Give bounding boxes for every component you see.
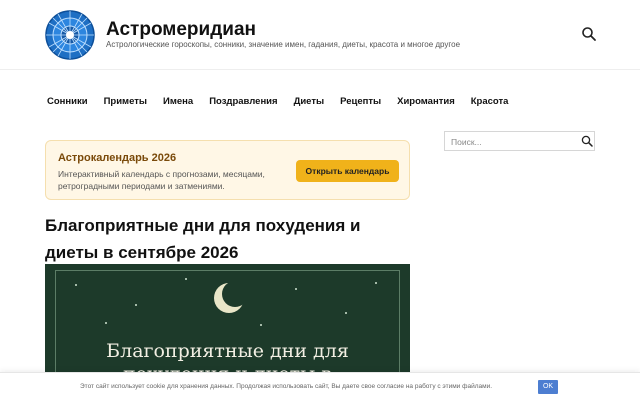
star — [295, 288, 297, 290]
page-title: Благоприятные дни для похудения и диеты … — [45, 216, 361, 262]
cookie-notice-text: Этот сайт использует cookie для хранения… — [80, 383, 493, 390]
promo-description: Интерактивный календарь с прогнозами, ме… — [58, 169, 265, 191]
site-tagline: Астрологические гороскопы, сонники, знач… — [106, 40, 461, 49]
nav-item-sonniki[interactable]: Сонники — [47, 95, 88, 109]
nav-item-krasota[interactable]: Красота — [471, 95, 509, 109]
star — [135, 304, 137, 306]
sidebar-search — [444, 131, 595, 151]
nav-item-diety[interactable]: Диеты — [294, 95, 325, 109]
search-icon[interactable] — [581, 26, 597, 42]
search-input[interactable] — [451, 135, 576, 148]
site-header: Астромеридиан Астрологические гороскопы,… — [0, 0, 640, 70]
site-title[interactable]: Астромеридиан — [106, 19, 256, 41]
nav-item-hiromantiya[interactable]: Хиромантия — [397, 95, 455, 109]
hero-caption-line-1: Благоприятные дни для — [106, 340, 349, 362]
promo-title: Астрокалендарь 2026 — [58, 152, 177, 164]
star — [375, 282, 377, 284]
cookie-ok-button[interactable]: OK — [538, 380, 558, 394]
nav-item-pozdravleniya[interactable]: Поздравления — [209, 95, 277, 109]
star — [345, 312, 347, 314]
search-submit-icon[interactable] — [581, 135, 593, 147]
crescent-moon-icon — [214, 283, 244, 313]
astrocalendar-promo: Астрокалендарь 2026 Интерактивный календ… — [45, 140, 410, 200]
nav-item-recepty[interactable]: Рецепты — [340, 95, 381, 109]
cookie-banner: Этот сайт использует cookie для хранения… — [0, 372, 640, 400]
star — [75, 284, 77, 286]
nav-item-primety[interactable]: Приметы — [104, 95, 147, 109]
main-nav: Сонники Приметы Имена Поздравления Диеты… — [47, 95, 524, 109]
star — [185, 278, 187, 280]
star — [105, 322, 107, 324]
nav-item-imena[interactable]: Имена — [163, 95, 193, 109]
star — [260, 324, 262, 326]
open-calendar-button[interactable]: Открыть календарь — [296, 160, 399, 182]
zodiac-wheel-icon[interactable] — [45, 10, 95, 60]
